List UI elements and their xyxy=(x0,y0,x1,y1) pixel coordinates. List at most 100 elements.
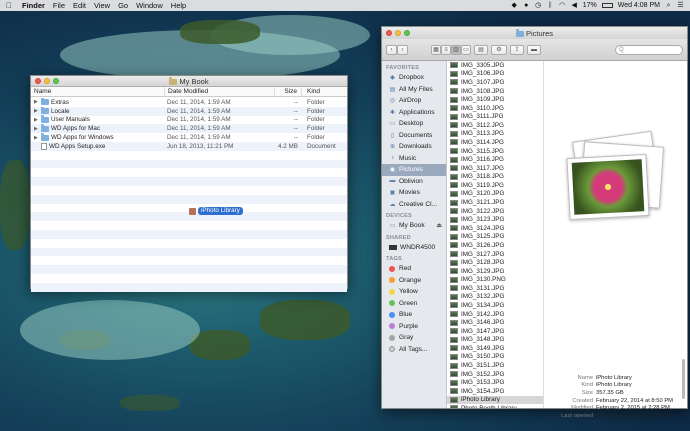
forward-button[interactable]: › xyxy=(397,44,408,55)
list-item[interactable]: IMG_3152.JPG xyxy=(447,370,543,379)
arrange-button[interactable]: ▤ xyxy=(474,44,488,55)
sidebar-item-tag-gray[interactable]: Gray xyxy=(382,332,446,344)
sidebar-item-desktop[interactable]: ▭ Desktop xyxy=(382,118,446,130)
sidebar-item-tag-red[interactable]: Red xyxy=(382,263,446,275)
list-item[interactable]: IMG_3134.JPG xyxy=(447,301,543,310)
list-item[interactable]: IMG_3114.JPG xyxy=(447,138,543,147)
menu-window[interactable]: Window xyxy=(136,1,163,10)
sidebar-item-all-my-files[interactable]: ▤ All My Files xyxy=(382,84,446,96)
col-size[interactable]: Size xyxy=(275,87,302,96)
list-item[interactable]: IMG_3117.JPG xyxy=(447,164,543,173)
list-item[interactable]: IMG_3131.JPG xyxy=(447,284,543,293)
col-date-modified[interactable]: Date Modified xyxy=(165,87,275,96)
close-button[interactable] xyxy=(35,78,41,84)
sidebar-item-tag-blue[interactable]: Blue xyxy=(382,309,446,321)
table-row[interactable]: ▶ User Manuals Dec 11, 2014, 1:59 AM -- Fold… xyxy=(31,115,347,125)
sidebar-item-tag-orange[interactable]: Orange xyxy=(382,275,446,287)
bluetooth-icon[interactable]: ᛒ xyxy=(547,2,554,9)
dragged-item[interactable]: iPhoto Library xyxy=(189,207,243,215)
list-item[interactable]: Photo Booth Library xyxy=(447,404,543,408)
sidebar-item-creative-cloud[interactable]: ☁ Creative Cl... xyxy=(382,199,446,211)
sidebar-item-tag-green[interactable]: Green xyxy=(382,298,446,310)
list-item[interactable]: IMG_3113.JPG xyxy=(447,130,543,139)
list-item[interactable]: IMG_3130.PNG xyxy=(447,275,543,284)
list-item[interactable]: IMG_3106.JPG xyxy=(447,70,543,79)
list-item[interactable]: IMG_3119.JPG xyxy=(447,181,543,190)
list-item[interactable]: IMG_3151.JPG xyxy=(447,361,543,370)
minimize-button[interactable] xyxy=(44,78,50,84)
scrollbar[interactable] xyxy=(682,359,685,399)
list-item[interactable]: IMG_3125.JPG xyxy=(447,233,543,242)
menu-edit[interactable]: Edit xyxy=(73,1,86,10)
share-button[interactable]: ⇪ xyxy=(510,44,524,55)
list-item[interactable]: IMG_3126.JPG xyxy=(447,241,543,250)
table-row[interactable]: ▶ WD Apps for Mac Dec 11, 2014, 1:59 AM -- F… xyxy=(31,124,347,134)
list-item[interactable]: IMG_3132.JPG xyxy=(447,293,543,302)
table-row[interactable]: ▶ Extras Dec 11, 2014, 1:59 AM -- Folder xyxy=(31,97,347,107)
list-item[interactable]: IMG_3123.JPG xyxy=(447,215,543,224)
disclosure-triangle-icon[interactable]: ▶ xyxy=(34,108,41,114)
list-item[interactable]: IMG_3305.JPG xyxy=(447,61,543,70)
view-icons-button[interactable]: ▦ xyxy=(431,44,441,55)
back-button[interactable]: ‹ xyxy=(386,44,397,55)
table-row[interactable]: ▶ WD Apps for Windows Dec 11, 2014, 1:59 A… xyxy=(31,133,347,142)
sidebar-item-my-book[interactable]: ▭ My Book ⏏ xyxy=(382,220,446,232)
list-item[interactable]: IMG_3110.JPG xyxy=(447,104,543,113)
dropbox-icon[interactable]: ◆ xyxy=(511,2,518,9)
sidebar-item-airdrop[interactable]: ◎ AirDrop xyxy=(382,95,446,107)
list-item[interactable]: IMG_3120.JPG xyxy=(447,190,543,199)
table-row[interactable]: ▶ Locale Dec 11, 2014, 1:59 AM -- Folder xyxy=(31,106,347,116)
list-item[interactable]: IMG_3142.JPG xyxy=(447,310,543,319)
list-item[interactable]: IMG_3153.JPG xyxy=(447,378,543,387)
apple-menu-icon[interactable]:  xyxy=(6,1,16,10)
list-item[interactable]: iPhoto Library xyxy=(447,395,543,405)
menu-clock[interactable]: Wed 4:08 PM xyxy=(618,2,660,9)
disclosure-triangle-icon[interactable]: ▶ xyxy=(34,99,41,105)
list-item[interactable]: IMG_3128.JPG xyxy=(447,258,543,267)
battery-icon[interactable] xyxy=(601,3,613,8)
view-coverflow-button[interactable]: ▭ xyxy=(461,44,471,55)
disclosure-triangle-icon[interactable]: ▶ xyxy=(34,117,41,123)
menu-go[interactable]: Go xyxy=(118,1,128,10)
list-item[interactable]: IMG_3116.JPG xyxy=(447,155,543,164)
view-columns-button[interactable]: ▥ xyxy=(451,44,461,55)
zoom-button[interactable] xyxy=(404,30,410,36)
list-item[interactable]: IMG_3154.JPG xyxy=(447,387,543,396)
list-item[interactable]: IMG_3127.JPG xyxy=(447,250,543,259)
sidebar-item-music[interactable]: ♪ Music xyxy=(382,153,446,165)
list-item[interactable]: IMG_3129.JPG xyxy=(447,267,543,276)
list-item[interactable]: IMG_3111.JPG xyxy=(447,112,543,121)
sidebar-item-movies[interactable]: ▣ Movies xyxy=(382,187,446,199)
spotlight-icon[interactable]: ⌕ xyxy=(665,2,672,9)
list-item[interactable]: IMG_3149.JPG xyxy=(447,344,543,353)
list-item[interactable]: IMG_3148.JPG xyxy=(447,336,543,345)
col-kind[interactable]: Kind xyxy=(302,87,347,96)
volume-icon[interactable]: ◀ xyxy=(571,2,578,9)
sidebar-item-pictures[interactable]: ◉ Pictures xyxy=(382,164,446,176)
disclosure-triangle-icon[interactable]: ▶ xyxy=(34,135,41,141)
menu-help[interactable]: Help xyxy=(171,1,186,10)
sidebar-item-dropbox[interactable]: ◆ Dropbox xyxy=(382,72,446,84)
timemachine-icon[interactable]: ◷ xyxy=(535,2,542,9)
list-item[interactable]: IMG_3112.JPG xyxy=(447,121,543,130)
menu-app-finder[interactable]: Finder xyxy=(22,1,45,10)
list-item[interactable]: IMG_3122.JPG xyxy=(447,207,543,216)
notification-center-icon[interactable]: ☰ xyxy=(677,2,684,9)
list-item[interactable]: IMG_3150.JPG xyxy=(447,353,543,362)
status-icon[interactable]: ● xyxy=(523,2,530,9)
disclosure-triangle-icon[interactable]: ▶ xyxy=(34,126,41,132)
close-button[interactable] xyxy=(386,30,392,36)
wifi-icon[interactable]: ◠ xyxy=(559,2,566,9)
pictures-titlebar[interactable]: Pictures xyxy=(382,27,687,39)
mybook-titlebar[interactable]: My Book xyxy=(31,76,347,87)
list-item[interactable]: IMG_3146.JPG xyxy=(447,318,543,327)
list-item[interactable]: IMG_3121.JPG xyxy=(447,198,543,207)
zoom-button[interactable] xyxy=(53,78,59,84)
tags-button[interactable]: ▬ xyxy=(527,44,541,55)
eject-icon[interactable]: ⏏ xyxy=(436,222,442,229)
sidebar-item-wndr4500[interactable]: WNDR4500 xyxy=(382,242,446,254)
list-item[interactable]: IMG_3108.JPG xyxy=(447,87,543,96)
list-item[interactable]: IMG_3124.JPG xyxy=(447,224,543,233)
battery-percent[interactable]: 17% xyxy=(583,2,597,9)
sidebar-item-documents[interactable]: ▯ Documents xyxy=(382,130,446,142)
